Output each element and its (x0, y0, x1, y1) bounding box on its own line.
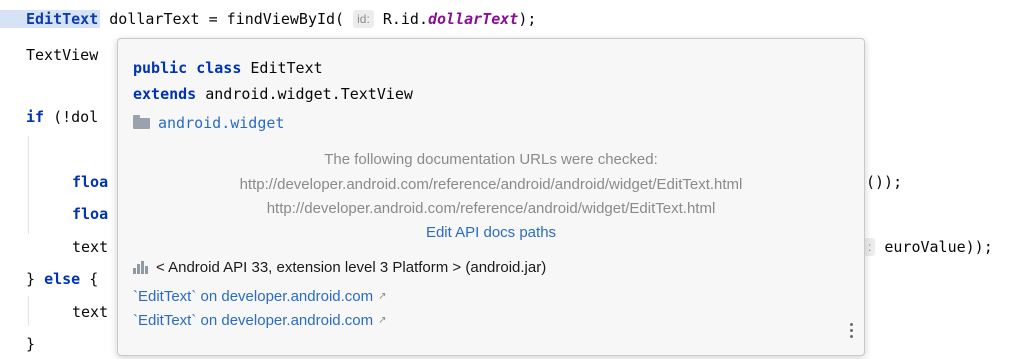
signature-line: extends android.widget.TextView (133, 85, 413, 103)
api-level-info: < Android API 33, extension level 3 Plat… (133, 259, 546, 276)
code-line[interactable]: floa (72, 199, 108, 229)
code-line-tail[interactable]: ()); (866, 167, 902, 197)
signature-line: public class EditText (133, 59, 323, 77)
docs-note-heading: The following documentation URLs were ch… (324, 151, 658, 168)
code-line[interactable]: text (72, 232, 108, 262)
code-line[interactable]: EditText dollarText = findViewById( id: … (0, 4, 536, 34)
code-line[interactable]: floa (72, 167, 108, 197)
more-vertical-icon[interactable] (850, 323, 854, 338)
code-line-tail[interactable]: : euroValue)); (864, 232, 993, 262)
code-line[interactable]: } (26, 329, 35, 359)
highlighted-type[interactable]: EditText (0, 10, 101, 28)
external-link-icon: ↗ (378, 315, 387, 326)
parameter-hint: id: (353, 10, 374, 28)
parameter-hint: : (864, 238, 876, 256)
checked-url: http://developer.android.com/reference/a… (266, 200, 716, 217)
indent-guide (28, 136, 29, 234)
library-icon (133, 261, 150, 274)
folder-icon (133, 114, 150, 129)
code-line[interactable]: if (!dol (26, 102, 98, 132)
code-line[interactable]: text (72, 297, 108, 327)
external-doc-link[interactable]: `EditText` on developer.android.com ↗ (133, 312, 387, 329)
external-doc-link[interactable]: `EditText` on developer.android.com ↗ (133, 288, 387, 305)
quick-documentation-popup[interactable]: public class EditText extends android.wi… (117, 38, 865, 356)
checked-url: http://developer.android.com/reference/a… (239, 176, 743, 193)
code-line[interactable]: TextView (26, 40, 98, 70)
indent-guide (28, 296, 29, 326)
package-link[interactable]: android.widget (133, 114, 284, 132)
code-line[interactable]: } else { (26, 264, 98, 294)
edit-api-docs-paths-link[interactable]: Edit API docs paths (118, 224, 864, 241)
external-link-icon: ↗ (378, 291, 387, 302)
